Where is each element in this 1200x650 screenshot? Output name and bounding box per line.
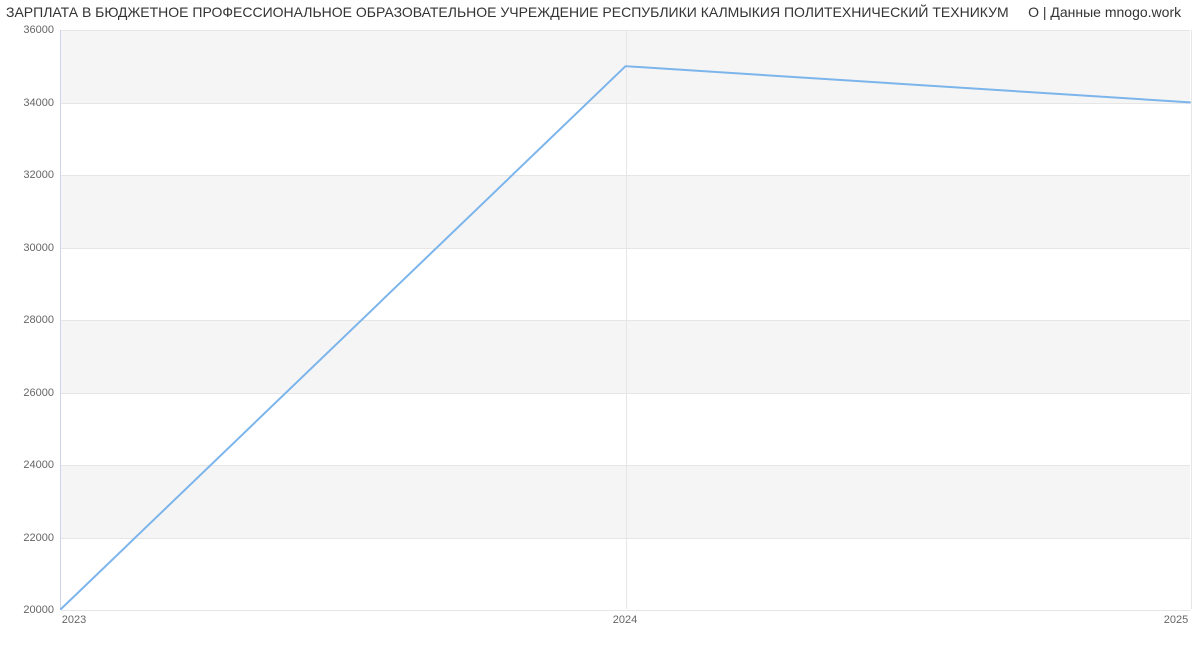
y-gridline [61, 610, 1190, 611]
y-tick-label: 24000 [4, 459, 54, 471]
y-tick-label: 32000 [4, 169, 54, 181]
x-tick-label: 2025 [1164, 614, 1188, 626]
y-tick-label: 22000 [4, 532, 54, 544]
x-tick-label: 2024 [613, 614, 637, 626]
x-gridline [1191, 30, 1192, 609]
y-tick-label: 36000 [4, 24, 54, 36]
y-tick-label: 28000 [4, 314, 54, 326]
chart-container: ЗАРПЛАТА В БЮДЖЕТНОЕ ПРОФЕССИОНАЛЬНОЕ ОБ… [0, 0, 1200, 640]
line-series [61, 30, 1190, 609]
y-tick-label: 26000 [4, 387, 54, 399]
chart-title: ЗАРПЛАТА В БЮДЖЕТНОЕ ПРОФЕССИОНАЛЬНОЕ ОБ… [0, 4, 1192, 20]
plot-area [60, 30, 1190, 610]
y-tick-label: 34000 [4, 97, 54, 109]
chart-title-source: О | Данные mnogo.work [1028, 4, 1181, 20]
y-tick-label: 20000 [4, 604, 54, 616]
x-tick-label: 2023 [62, 614, 86, 626]
chart-title-main: ЗАРПЛАТА В БЮДЖЕТНОЕ ПРОФЕССИОНАЛЬНОЕ ОБ… [6, 4, 1009, 20]
y-tick-label: 30000 [4, 242, 54, 254]
series-path [61, 66, 1190, 609]
